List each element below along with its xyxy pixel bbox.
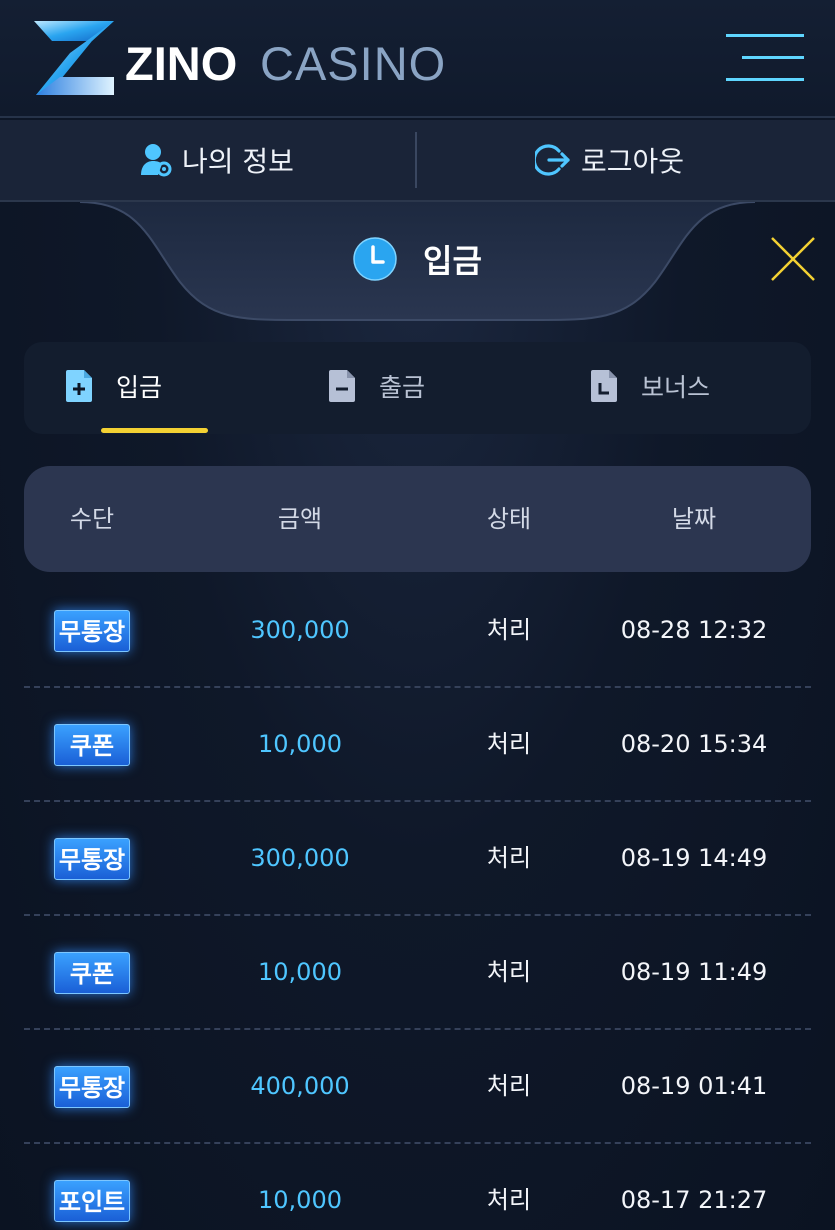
file-plus-icon [66,370,92,402]
column-header-date: 날짜 [671,505,717,533]
tab-withdrawal[interactable]: 출금 [327,342,425,430]
method-badge: 포인트 [53,1180,131,1222]
status-cell: 처리 [486,1186,532,1214]
tab-withdrawal-label: 출금 [379,373,426,402]
my-info-label: 나의 정보 [182,145,294,178]
method-badge: 무통장 [53,610,131,652]
brand-name-primary: ZINO [125,37,238,90]
top-header: ZINO CASINO [0,0,835,118]
table-header: 수단 금액 상태 날짜 [24,466,811,572]
brand-name-secondary: CASINO [260,37,447,90]
close-icon[interactable] [770,236,816,282]
method-cell: 무통장 [24,802,160,914]
table-row[interactable]: 쿠폰 10,000 처리 08-19 11:49 [24,916,811,1030]
status-cell: 처리 [486,1072,532,1100]
column-header-amount: 금액 [277,505,323,533]
date-cell: 08-17 21:27 [620,1186,768,1214]
clock-icon [353,237,397,281]
amount-cell: 10,000 [258,958,342,986]
column-header-method: 수단 [69,505,115,533]
method-cell: 쿠폰 [24,916,160,1028]
amount-cell: 400,000 [250,1072,350,1100]
method-badge: 무통장 [53,1066,131,1108]
status-cell: 처리 [486,844,532,872]
date-cell: 08-19 01:41 [620,1072,768,1100]
panel-title-text: 입금 [423,242,482,280]
date-cell: 08-19 11:49 [620,958,768,986]
status-cell: 처리 [486,958,532,986]
tab-deposit-label: 입금 [116,373,163,402]
table-row[interactable]: 무통장 300,000 처리 08-28 12:32 [24,574,811,688]
file-minus-icon [329,370,355,402]
table-row[interactable]: 무통장 400,000 처리 08-19 01:41 [24,1030,811,1144]
status-cell: 처리 [486,616,532,644]
zino-z-logo-icon [34,21,114,95]
table-row[interactable]: 무통장 300,000 처리 08-19 14:49 [24,802,811,916]
my-info-button[interactable]: 나의 정보 [140,120,294,200]
user-bar: 나의 정보 로그아웃 [0,120,835,202]
active-tab-indicator [101,428,208,433]
file-clock-icon [591,370,617,402]
hamburger-menu-icon[interactable] [726,32,804,84]
date-cell: 08-20 15:34 [620,730,768,758]
table-row[interactable]: 쿠폰 10,000 처리 08-20 15:34 [24,688,811,802]
method-badge: 무통장 [53,838,131,880]
method-cell: 무통장 [24,574,160,686]
amount-cell: 300,000 [250,616,350,644]
table-row[interactable]: 포인트 10,000 처리 08-17 21:27 [24,1144,811,1230]
panel-title: 입금 [352,232,482,286]
column-header-status: 상태 [486,505,532,533]
status-cell: 처리 [486,730,532,758]
logout-label: 로그아웃 [581,145,685,178]
method-badge: 쿠폰 [54,952,130,994]
amount-cell: 300,000 [250,844,350,872]
method-cell: 포인트 [24,1144,160,1230]
menu-line [726,78,804,81]
deposit-panel: 입금 입금 출금 보너스 수단 금액 상태 날짜 무통장 300,000 처리 … [0,202,835,1230]
logout-button[interactable]: 로그아웃 [535,120,684,200]
method-badge: 쿠폰 [54,724,130,766]
date-cell: 08-28 12:32 [620,616,768,644]
amount-cell: 10,000 [258,730,342,758]
tab-bar: 입금 출금 보너스 [24,342,811,434]
logout-icon [535,144,570,176]
menu-line [726,34,804,37]
date-cell: 08-19 14:49 [620,844,768,872]
zino-logo[interactable] [30,18,118,98]
tab-bonus[interactable]: 보너스 [589,342,710,430]
userbar-divider [415,132,417,188]
tab-bonus-label: 보너스 [641,373,711,402]
amount-cell: 10,000 [258,1186,342,1214]
method-cell: 쿠폰 [24,688,160,800]
method-cell: 무통장 [24,1030,160,1142]
tab-deposit[interactable]: 입금 [64,342,162,430]
menu-line [742,56,804,59]
user-settings-icon [141,144,172,177]
